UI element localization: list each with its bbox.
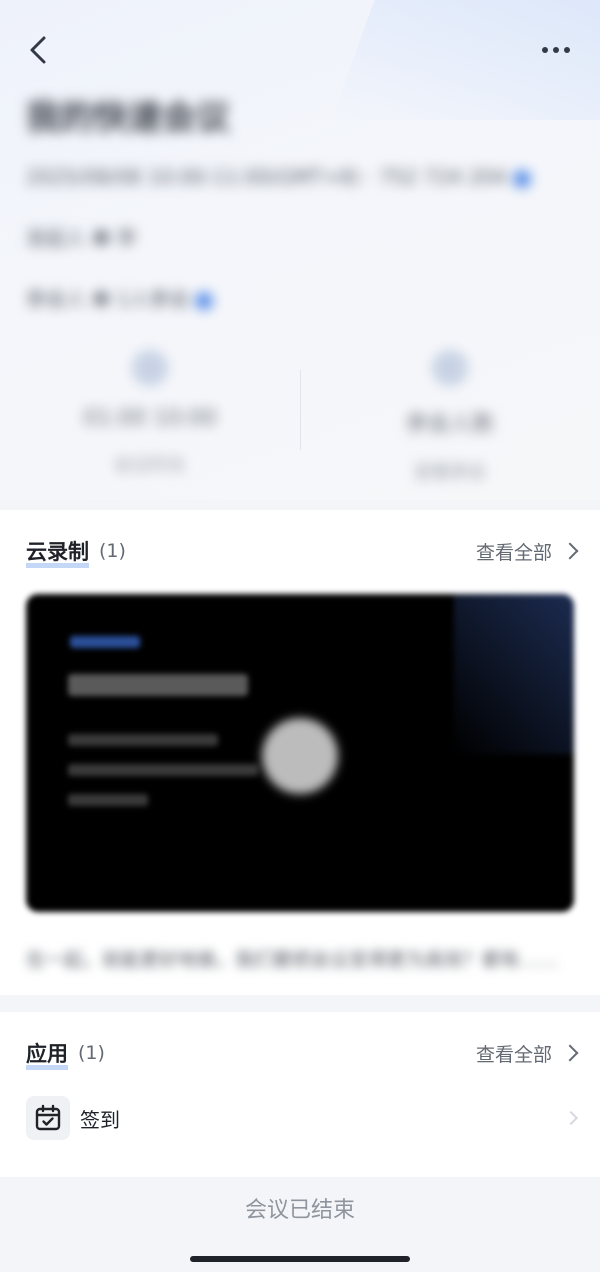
meeting-info-text: 2025/08/08 10:00-11:00(GMT+8) · 752 724 … [26,165,507,189]
chevron-right-icon [563,1110,579,1126]
app-item-label: 签到 [80,1107,120,1132]
app-item-check-in[interactable]: 签到 [26,1096,579,1140]
section-header: 云录制 (1) 查看全部 [26,536,579,568]
stat-label: 会议时长 [114,455,186,476]
stat-value: 01:00 10:00 [83,406,217,431]
more-dot-icon [553,47,559,53]
section-count: (1) [99,540,126,562]
meeting-info-line: 2025/08/08 10:00-11:00(GMT+8) · 752 724 … [26,165,531,189]
section-count: (1) [78,1042,105,1064]
video-title-placeholder [68,674,248,696]
video-info-line [68,764,258,776]
section-title: 云录制 [26,536,89,568]
thumbnail-decoration [454,594,574,754]
meeting-ended-status: 会议已结束 [244,1198,355,1223]
chevron-left-icon [30,36,46,64]
footer: 会议已结束 [0,1180,600,1272]
info-icon [195,291,214,310]
meeting-header: 我的快速会议 2025/08/08 10:00-11:00(GMT+8) · 7… [0,0,600,500]
more-options-button[interactable] [538,38,574,62]
video-info-line [68,734,218,746]
view-all-label: 查看全部 [475,541,552,564]
view-all-label: 查看全部 [475,1043,552,1066]
recording-description: 在一起，就能更好地做，我们要把会议变得更为高效？都有…… [26,949,559,971]
recording-video-thumbnail[interactable] [26,594,574,912]
calendar-check-icon [26,1096,70,1140]
meeting-detail-page: 我的快速会议 2025/08/08 10:00-11:00(GMT+8) · 7… [0,0,600,1272]
more-dot-icon [564,47,570,53]
clock-icon [132,350,168,386]
apps-section: 应用 (1) 查看全部 签到 [0,1012,600,1177]
chevron-right-icon [561,542,579,560]
copy-icon[interactable] [512,169,531,188]
section-header: 应用 (1) 查看全部 [26,1038,579,1070]
view-all-recordings-link[interactable]: 查看全部 [475,538,579,565]
stat-label: 查看参会 [414,462,486,483]
more-dot-icon [542,47,548,53]
section-title: 应用 [26,1038,68,1070]
meeting-attendees-line[interactable]: 参会人 ❷ 1人参会 [26,283,214,312]
chevron-right-icon [561,1044,579,1062]
meeting-host-line: 发起人 ❶ 李 [26,226,137,250]
view-all-apps-link[interactable]: 查看全部 [475,1040,579,1067]
app-logo [70,636,140,648]
stat-attendees[interactable]: 参会人数 查看参会 [300,350,600,484]
meeting-attendees-text: 参会人 ❷ 1人参会 [26,287,190,311]
people-icon [432,350,468,386]
meeting-title: 我的快速会议 [26,98,230,138]
play-icon[interactable] [262,718,338,794]
stat-value: 参会人数 [405,412,494,437]
home-indicator[interactable] [190,1256,410,1262]
back-button[interactable] [22,32,58,68]
video-info-line [68,794,148,806]
stat-duration[interactable]: 01:00 10:00 会议时长 [0,350,300,477]
cloud-recording-section: 云录制 (1) 查看全部 在一起，就能更好地做，我们要把会议变得更为高效？都有…… [0,510,600,995]
